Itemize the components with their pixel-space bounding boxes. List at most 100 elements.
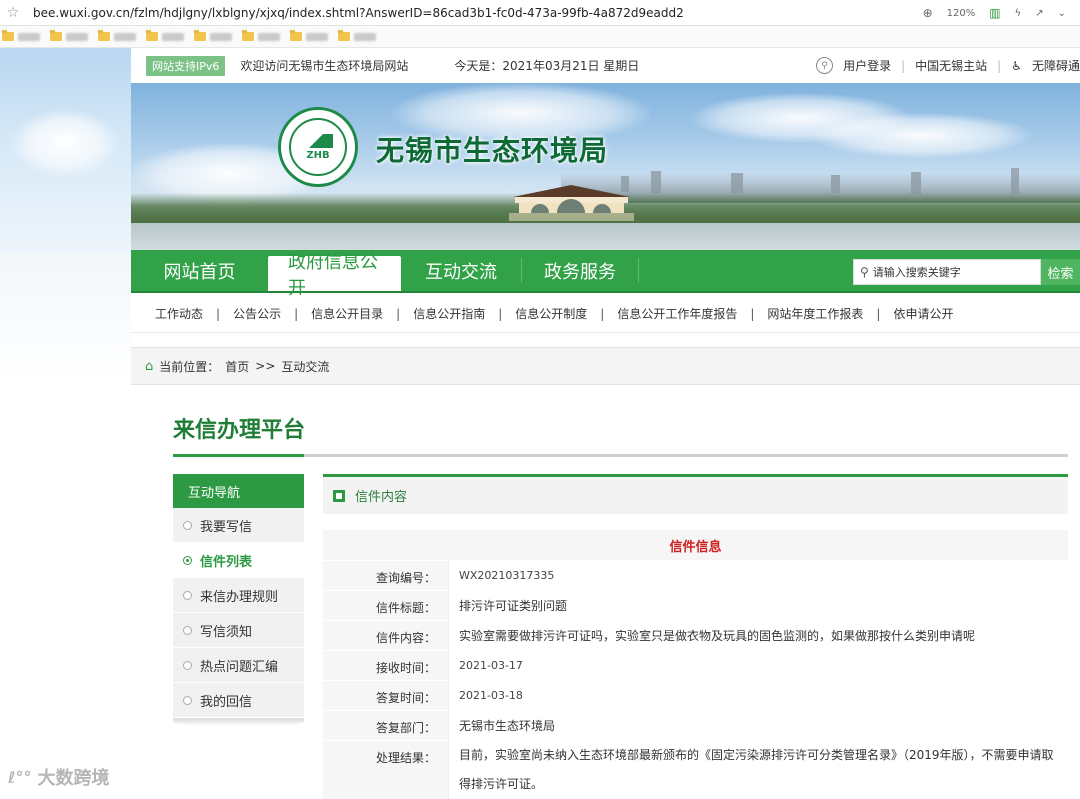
title-underline [173,454,1068,457]
login-link[interactable]: 用户登录 [843,57,891,74]
radio-icon [183,555,192,565]
home-icon: ⌂ [145,358,154,374]
row-value: 2021-03-18 [448,681,1068,710]
row-label: 答复部门： [323,711,448,740]
nav-gov-info[interactable]: 政府信息公开 [268,252,401,299]
sidebar-item-my-replies[interactable]: 我的回信 [173,683,304,718]
table-row: 处理结果： 目前，实验室尚未纳入生态环境部最新颁布的《固定污染源排污许可分类管理… [323,733,1068,799]
subnav-divider: | [750,306,755,321]
nav-home[interactable]: 网站首页 [131,250,268,291]
main-nav: 网站首页 政府信息公开 互动交流 政务服务 ⚲ 检索 [131,250,1080,299]
browser-toolbar: ⊕ 120% ▥ ϟ ↗ ⌄ [923,0,1066,26]
table-row: 信件标题： 排污许可证类别问题 [323,590,1068,620]
bookmark-folder[interactable] [290,30,328,41]
subnav-divider: | [294,306,299,321]
letter-info-table: 信件信息 查询编号： WX20210317335 信件标题： 排污许可证类别问题… [323,530,1068,799]
radio-icon [183,695,192,705]
watermark: ℓ°° 大数跨境 [8,764,110,790]
subnav-item[interactable]: 信息公开指南 [413,305,485,322]
row-value: 排污许可证类别问题 [448,591,1068,620]
bookmark-folder[interactable] [146,30,184,41]
sidebar-item-label: 来信办理规则 [200,589,279,605]
nav-divider [638,258,639,283]
row-value: 实验室需要做排污许可证吗，实验室只是做衣物及玩具的固色监测的，如果做那按什么类别… [448,621,1068,650]
folder-icon [290,30,302,41]
square-bullet-icon [333,489,345,502]
folder-icon [338,30,350,41]
sidebar-item-label: 写信须知 [200,624,253,640]
bookmark-folder[interactable] [194,30,232,41]
row-label: 查询编号： [323,561,448,590]
subnav-divider: | [498,306,503,321]
subnav-item[interactable]: 信息公开工作年度报告 [617,305,737,322]
subnav-item[interactable]: 网站年度工作报表 [767,305,863,322]
sidebar-item-label: 热点问题汇编 [200,659,279,675]
search-input[interactable] [872,265,1033,279]
breadcrumb-sep: >> [255,359,276,373]
page-title: 来信办理平台 [173,417,306,443]
radio-icon [183,590,192,600]
subnav-item[interactable]: 公告公示 [233,305,281,322]
divider: | [997,58,1002,73]
accessibility-link[interactable]: 无障碍通 [1032,57,1080,74]
content-heading-bar: 信件内容 [323,474,1068,514]
sidebar: 互动导航 我要写信 信件列表 来信办理规则 写信须知 热点问题汇编 我的回信 [173,474,304,726]
accessibility-icon: ♿ [1011,58,1022,73]
bookmark-folder[interactable] [242,30,280,41]
subnav-divider: | [216,306,221,321]
nav-interaction[interactable]: 互动交流 [401,250,521,291]
portal-link[interactable]: 中国无锡主站 [915,57,987,74]
table-row: 信件内容： 实验室需要做排污许可证吗，实验室只是做衣物及玩具的固色监测的，如果做… [323,620,1068,650]
zoom-level[interactable]: 120% [947,8,976,19]
breadcrumb-home[interactable]: 首页 [225,358,249,375]
row-value: 目前，实验室尚未纳入生态环境部最新颁布的《固定污染源排污许可分类管理名录》（20… [448,733,1068,799]
subnav-divider: | [600,306,605,321]
side-fade [0,253,131,383]
bookmark-folder[interactable] [2,30,40,41]
folder-icon [194,30,206,41]
subnav-item[interactable]: 信息公开制度 [515,305,587,322]
row-label: 处理结果： [323,741,448,799]
address-bar[interactable]: ☆ bee.wuxi.gov.cn/fzlm/hdjlgny/lxblgny/x… [0,0,1080,26]
sidebar-item-letter-list[interactable]: 信件列表 [173,543,304,578]
date-text: 今天是：2021年03月21日 星期日 [454,59,640,73]
subnav-item[interactable]: 信息公开目录 [311,305,383,322]
watermark-text: 大数跨境 [37,768,110,789]
sky-background [0,48,131,253]
bookmark-folder[interactable] [98,30,136,41]
table-row: 答复时间： 2021-03-18 [323,680,1068,710]
breadcrumb-current[interactable]: 互动交流 [281,358,329,375]
sidebar-item-rules[interactable]: 来信办理规则 [173,578,304,613]
search-button[interactable]: 检索 [1041,259,1080,285]
row-value: 2021-03-17 [448,651,1068,680]
bookmark-star-icon[interactable]: ☆ [3,5,23,21]
folder-icon [146,30,158,41]
subnav-item[interactable]: 依申请公开 [893,305,953,322]
header-banner: ZHB 无锡市生态环境局 [131,83,1080,253]
lightning-icon[interactable]: ϟ [1015,8,1022,19]
row-label: 答复时间： [323,681,448,710]
radio-icon [183,625,192,635]
bookmark-folder[interactable] [338,30,376,41]
url-text[interactable]: bee.wuxi.gov.cn/fzlm/hdjlgny/lxblgny/xjx… [33,6,684,20]
row-label: 信件标题： [323,591,448,620]
sidebar-item-notice[interactable]: 写信须知 [173,613,304,648]
bridge-image [509,185,634,221]
reader-icon[interactable]: ▥ [989,6,1000,20]
subnav-divider: | [396,306,401,321]
bookmark-folder[interactable] [50,30,88,41]
sidebar-item-hot-topics[interactable]: 热点问题汇编 [173,648,304,683]
share-icon[interactable]: ↗ [1035,8,1043,19]
sub-nav: 工作动态 | 公告公示 | 信息公开目录 | 信息公开指南 | 信息公开制度 |… [131,295,1080,333]
agency-logo: ZHB [278,107,358,187]
top-links: ⚲ 用户登录 | 中国无锡主站 | ♿ 无障碍通 [816,48,1080,83]
chevron-down-icon[interactable]: ⌄ [1058,8,1066,19]
nav-services[interactable]: 政务服务 [522,250,638,291]
subnav-item[interactable]: 工作动态 [155,305,203,322]
zoom-icon[interactable]: ⊕ [923,6,933,20]
folder-icon [98,30,110,41]
table-row: 查询编号： WX20210317335 [323,560,1068,590]
folder-icon [2,30,14,41]
sidebar-item-write[interactable]: 我要写信 [173,508,304,543]
breadcrumb-prefix: 当前位置： [159,359,220,374]
